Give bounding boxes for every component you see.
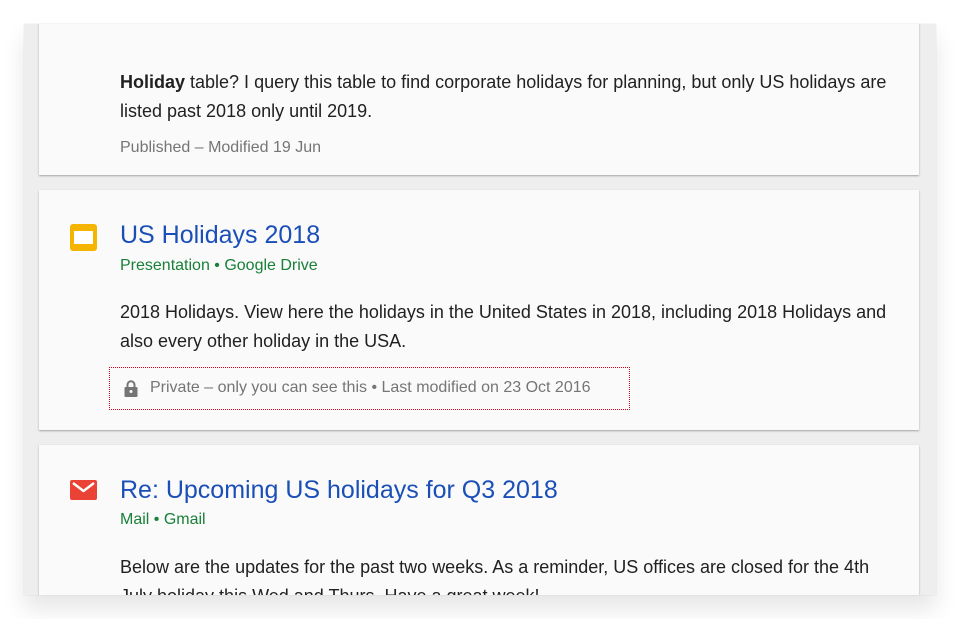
snippet-text: table? I query this table to find corpor… — [120, 72, 887, 121]
search-results-panel: Holiday table? I query this table to fin… — [24, 24, 936, 595]
snippet-highlight: Holiday — [120, 72, 186, 92]
result-snippet: 2018 Holidays. View here the holidays in… — [120, 302, 887, 351]
result-source: Presentation • Google Drive — [120, 257, 318, 274]
lock-icon — [124, 380, 138, 397]
result-snippet: Holiday table? I query this table to fin… — [120, 68, 890, 126]
private-meta-highlight: Private – only you can see this • Last m… — [109, 367, 630, 410]
slides-icon — [70, 224, 97, 251]
result-card[interactable]: US Holidays 2018 Presentation • Google D… — [39, 190, 919, 430]
result-title-link[interactable]: Re: Upcoming US holidays for Q3 2018 — [120, 475, 558, 505]
result-meta: Published – Modified 19 Jun — [120, 139, 322, 156]
result-source: Mail • Gmail — [120, 511, 206, 528]
gmail-icon — [70, 480, 97, 500]
result-card[interactable]: Re: Upcoming US holidays for Q3 2018 Mai… — [39, 445, 919, 595]
result-card[interactable]: Holiday table? I query this table to fin… — [39, 24, 919, 175]
result-snippet: Below are the updates for the past two w… — [120, 557, 870, 595]
result-meta: Private – only you can see this • Last m… — [150, 379, 591, 396]
result-title-link[interactable]: US Holidays 2018 — [120, 220, 320, 250]
